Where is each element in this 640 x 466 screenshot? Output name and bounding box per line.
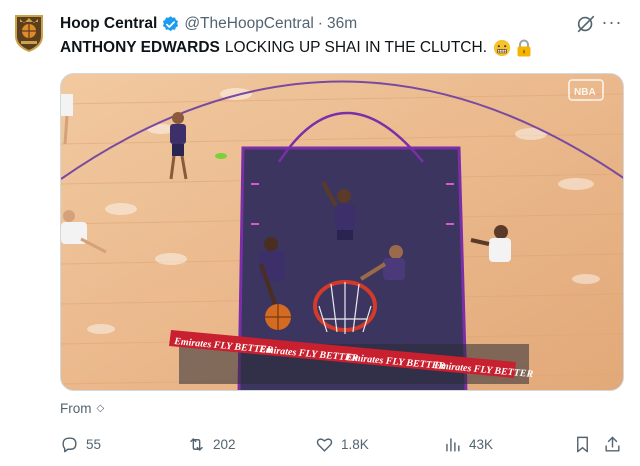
from-source[interactable]: From ◇ — [60, 401, 104, 416]
tweet-header: Hoop Central @TheHoopCentral · 36m — [60, 12, 610, 36]
share-button[interactable] — [603, 432, 622, 456]
repost-count: 202 — [213, 436, 236, 452]
tweet-text-bold: ANTHONY EDWARDS — [60, 39, 220, 56]
avatar[interactable] — [14, 14, 44, 53]
like-button[interactable]: 1.8K — [315, 432, 369, 456]
heart-icon — [316, 437, 333, 452]
media-video-frame[interactable]: Emirates FLY BETTER Emirates FLY BETTER … — [60, 73, 624, 391]
reply-icon — [62, 436, 77, 452]
action-bar: 55 202 1.8K 43K — [60, 432, 624, 458]
from-chevron-icon[interactable]: ◇ — [97, 403, 105, 414]
repost-button[interactable]: 202 — [187, 432, 236, 456]
separator: · — [317, 15, 323, 32]
grimacing-hot-face-emoji-icon — [493, 39, 511, 57]
basketball-court-illustration: Emirates FLY BETTER Emirates FLY BETTER … — [61, 74, 623, 390]
display-name[interactable]: Hoop Central — [60, 15, 157, 33]
like-count: 1.8K — [341, 436, 369, 452]
grok-icon[interactable] — [575, 13, 597, 35]
views-button[interactable]: 43K — [443, 432, 493, 456]
lock-emoji-icon — [516, 39, 532, 57]
views-chart-icon — [446, 437, 460, 452]
handle[interactable]: @TheHoopCentral — [184, 15, 313, 33]
reply-button[interactable]: 55 — [60, 432, 101, 456]
repost-icon — [190, 437, 203, 451]
verified-badge-icon[interactable] — [161, 15, 180, 34]
tweet-text-rest: LOCKING UP SHAI IN THE CLUTCH. — [224, 39, 488, 56]
views-count: 43K — [469, 436, 494, 452]
bookmark-icon — [577, 436, 588, 452]
reply-count: 55 — [86, 436, 102, 452]
svg-text:NBA: NBA — [574, 87, 596, 98]
share-icon — [605, 436, 620, 452]
tweet[interactable]: Hoop Central @TheHoopCentral · 36m ··· A… — [0, 0, 640, 466]
bookmark-button[interactable] — [573, 432, 592, 456]
from-label: From — [60, 401, 92, 416]
more-options-icon[interactable]: ··· — [600, 12, 624, 36]
timestamp[interactable]: 36m — [327, 15, 357, 33]
tweet-text: ANTHONY EDWARDS LOCKING UP SHAI IN THE C… — [60, 39, 532, 57]
